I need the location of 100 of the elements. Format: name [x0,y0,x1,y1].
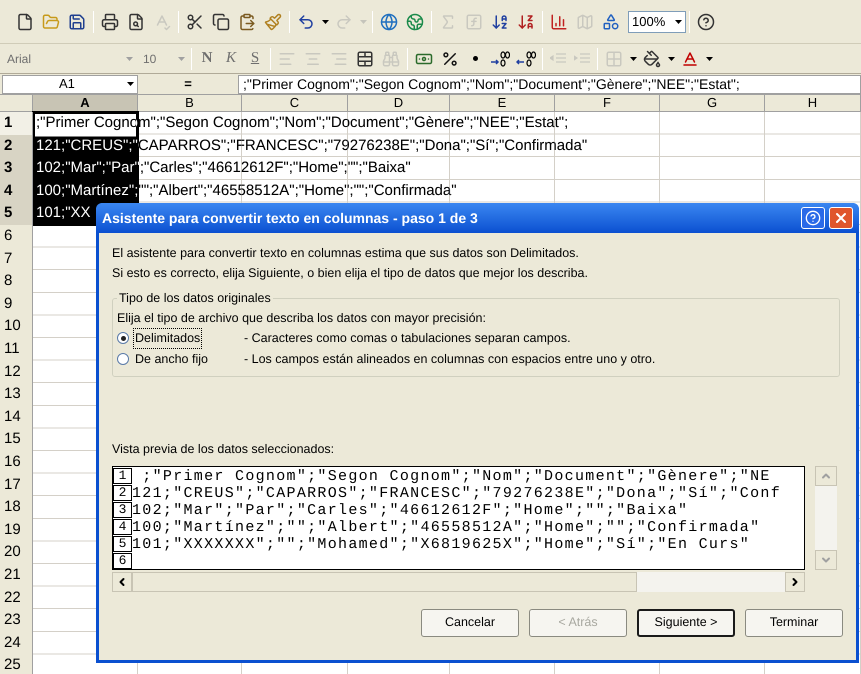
scroll-left-button[interactable] [112,572,132,592]
cell-text: 101;"XX [36,205,91,222]
row-header[interactable]: 23 [0,609,33,632]
column-header[interactable]: A [33,95,138,111]
row-header[interactable]: 9 [0,292,33,316]
redo-icon [335,12,353,30]
instruction-text: Elija el tipo de archivo que describa los datos con mayor precisión: [117,310,487,327]
radio-option[interactable]: Delimitados [117,328,244,348]
equals-sign: = [183,75,193,94]
caret-icon [126,56,132,60]
row-header[interactable]: 1 [0,112,33,135]
line-number: 4 [113,519,132,536]
row-header[interactable]: 12 [0,360,33,384]
row-header[interactable]: 2 [0,134,33,158]
column-header[interactable]: C [242,95,348,111]
intro-text: Si esto es correcto, elija Siguiente, o bien elija el tipo de datos que mejor los describa. [112,265,589,282]
caret-icon [630,56,636,60]
row-header[interactable]: 22 [0,586,33,610]
shapes-icon [602,12,620,30]
row-header[interactable]: 6 [0,224,33,248]
row-header[interactable]: 4 [0,180,33,202]
preview-line: 121;"CREUS";"CAPARROS";"FRANCESC";"79276238E";"Dona";"Sí";"Conf [132,484,781,502]
radio-button[interactable] [117,353,129,366]
dialog-button[interactable]: Terminar [745,608,843,637]
dialog-button[interactable]: Cancelar [421,608,519,637]
preview-line: ;"Primer Cognom";"Segon Cognom";"Nom";"Document";"Gènere";"NE [141,468,771,485]
dialog-button[interactable]: Siguiente > [637,608,735,637]
sort-descending-icon [517,12,535,30]
caret-icon [126,82,134,86]
column-header[interactable]: F [555,95,660,111]
column-header[interactable]: H [765,95,861,111]
folder-icon [42,12,60,30]
row-header[interactable]: 5 [0,202,33,225]
caret-icon [178,56,184,60]
new-file-icon [16,12,34,30]
line-number: 2 [113,485,132,502]
row-header[interactable]: 25 [0,654,33,674]
decimal-arrow-icon [490,50,510,66]
percent-icon [441,50,459,68]
row-header[interactable]: 19 [0,518,33,542]
row-header[interactable]: 17 [0,474,33,496]
column-header[interactable]: D [348,95,450,111]
print-preview-icon [127,12,145,30]
row-header[interactable]: 20 [0,541,33,564]
paintbrush-icon [264,12,282,30]
line-number: 6 [113,553,132,569]
map-icon [576,12,594,30]
caret-icon [706,56,712,60]
dot-icon [472,56,478,61]
binoculars-icon [382,50,400,68]
bar-chart-icon [550,12,568,30]
scroll-thumb[interactable] [132,572,637,592]
globe-icon [380,12,398,30]
caret-icon [322,20,328,24]
help-icon [805,210,821,226]
indent-icon [550,52,566,66]
caret-icon [674,20,682,24]
merge-cells-icon [356,50,374,68]
line-number: 1 [113,468,132,484]
row-header[interactable]: 3 [0,157,33,180]
help-icon [697,12,715,30]
decimal-arrow-icon [516,50,536,66]
paint-bucket-icon [643,50,661,68]
row-header[interactable]: 18 [0,496,33,519]
preview-line: 101;"XXXXXXX";"";"Mohamed";"X6819625X";"Home";"Sí";"En Curs" [132,536,750,553]
row-header[interactable]: 7 [0,248,33,270]
name-box[interactable]: A1 [2,74,138,94]
scissors-icon [186,12,204,30]
row-header[interactable]: 15 [0,428,33,451]
row-header[interactable]: 24 [0,632,33,654]
help-button[interactable] [801,207,825,229]
function-icon [465,12,483,30]
caret-icon [668,56,674,60]
caret-icon [360,20,366,24]
close-button[interactable] [829,207,853,229]
row-header[interactable]: 16 [0,450,33,474]
row-header[interactable]: 11 [0,338,33,361]
preview-label: Vista previa de los datos seleccionados: [112,440,336,458]
close-icon [833,210,849,226]
radio-button[interactable] [117,332,129,344]
globe-icon [406,12,424,30]
undo-icon [297,12,315,30]
column-header[interactable]: G [660,95,765,111]
column-header[interactable]: E [450,95,555,111]
horizontal-scrollbar[interactable] [112,572,805,592]
dialog-title: Asistente para convertir texto en columnas - paso 1 de 3 [102,208,479,228]
row-header[interactable]: 10 [0,315,33,338]
copy-icon [212,12,230,30]
preview-line: 102;"Mar";"Par";"Carles";"46612612F";"Home";"";"Baixa" [132,502,688,519]
sort-ascending-icon [491,12,509,30]
row-header[interactable]: 14 [0,406,33,428]
row-header[interactable]: 8 [0,270,33,293]
scroll-right-button[interactable] [785,572,805,592]
formula-field[interactable]: ;"Primer Cognom";"Segon Cognom";"Nom";"Document";"Gènere";"NEE";"Estat"; [238,74,861,94]
line-number: 5 [113,536,132,552]
row-header[interactable]: 13 [0,383,33,406]
radio-option[interactable]: De ancho fijo [117,350,244,369]
row-header[interactable]: 21 [0,564,33,586]
group-title: Tipo de los datos originales [118,290,272,307]
zoom-field[interactable]: 100% [628,10,686,32]
